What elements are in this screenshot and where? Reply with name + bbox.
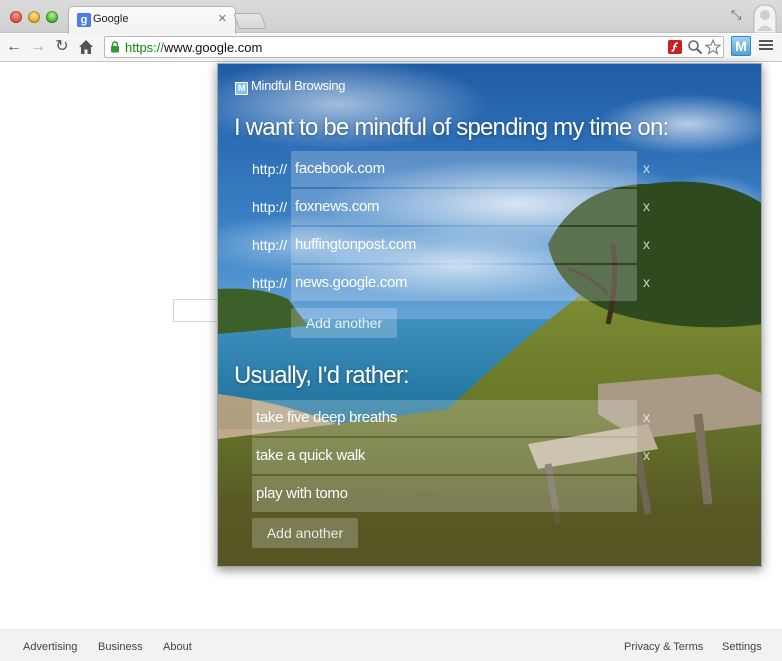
protocol-label: http:// xyxy=(252,275,288,291)
add-site-button[interactable]: Add another xyxy=(291,308,397,338)
url-host: www.google.com xyxy=(164,40,263,55)
address-bar[interactable]: https://www.google.com xyxy=(104,36,724,58)
tab-google[interactable]: g Google ✕ xyxy=(68,6,236,34)
protocol-label: http:// xyxy=(252,237,288,253)
brand-logo: M Mindful Browsing xyxy=(235,78,345,95)
search-icon[interactable] xyxy=(687,39,703,55)
back-arrow-icon[interactable]: ← xyxy=(4,37,24,57)
profile-avatar-icon[interactable] xyxy=(752,3,778,33)
tab-title: Google xyxy=(93,13,129,25)
forward-arrow-icon[interactable]: → xyxy=(28,37,48,57)
remove-site-icon[interactable]: x xyxy=(643,236,650,252)
google-footer: Advertising Business About Privacy & Ter… xyxy=(0,629,782,661)
site-input[interactable]: facebook.com xyxy=(291,151,637,187)
remove-site-icon[interactable]: x xyxy=(643,160,650,176)
footer-link-business[interactable]: Business xyxy=(98,641,143,653)
site-row: http:// news.google.com x xyxy=(218,265,761,301)
site-row: http:// huffingtonpost.com x xyxy=(218,227,761,263)
flash-blocked-icon[interactable] xyxy=(667,39,683,55)
url-scheme: https:// xyxy=(125,40,165,55)
alternatives-heading: Usually, I'd rather: xyxy=(234,362,410,389)
restore-window-icon[interactable]: ⤡ xyxy=(731,7,745,22)
close-window-button[interactable] xyxy=(10,11,22,23)
alternative-input[interactable]: take a quick walk xyxy=(252,438,637,474)
google-search-input[interactable] xyxy=(173,299,221,322)
mindful-logo-icon: M xyxy=(235,82,248,95)
zoom-window-button[interactable] xyxy=(46,11,58,23)
new-tab-button[interactable] xyxy=(233,13,267,29)
minimize-window-button[interactable] xyxy=(28,11,40,23)
lock-icon xyxy=(111,41,119,53)
site-input[interactable]: foxnews.com xyxy=(291,189,637,225)
remove-alternative-icon[interactable]: x xyxy=(643,409,650,425)
google-favicon-icon: g xyxy=(77,13,91,27)
menu-hamburger-icon[interactable] xyxy=(759,38,773,52)
reload-icon[interactable]: ↻ xyxy=(52,37,72,57)
site-row: http:// facebook.com x xyxy=(218,151,761,187)
brand-name: Mindful Browsing xyxy=(251,78,346,93)
star-bookmark-icon[interactable] xyxy=(705,39,721,55)
tab-strip: g Google ✕ ⤡ xyxy=(0,0,782,34)
alternative-input[interactable]: take five deep breaths xyxy=(252,400,637,436)
browser-toolbar: ← → ↻ https://www.google.com M xyxy=(0,34,782,62)
footer-link-about[interactable]: About xyxy=(163,641,192,653)
footer-link-advertising[interactable]: Advertising xyxy=(23,641,77,653)
alternative-row: take a quick walk x xyxy=(218,438,761,474)
footer-link-settings[interactable]: Settings xyxy=(722,641,762,653)
site-row: http:// foxnews.com x xyxy=(218,189,761,225)
protocol-label: http:// xyxy=(252,199,288,215)
alternative-input[interactable]: play with tomo xyxy=(252,476,637,512)
site-input[interactable]: news.google.com xyxy=(291,265,637,301)
site-input[interactable]: huffingtonpost.com xyxy=(291,227,637,263)
remove-site-icon[interactable]: x xyxy=(643,274,650,290)
alternative-row: play with tomo xyxy=(218,476,761,512)
mindful-browsing-popup: M Mindful Browsing I want to be mindful o… xyxy=(217,63,762,567)
alternative-row: take five deep breaths x xyxy=(218,400,761,436)
mindful-browsing-extension-icon[interactable]: M xyxy=(731,36,751,56)
url-text: https://www.google.com xyxy=(125,40,262,55)
add-alternative-button[interactable]: Add another xyxy=(252,518,358,548)
home-icon[interactable] xyxy=(78,39,94,55)
remove-alternative-icon[interactable]: x xyxy=(643,447,650,463)
footer-link-privacy-terms[interactable]: Privacy & Terms xyxy=(624,641,703,653)
tab-close-icon[interactable]: ✕ xyxy=(218,12,227,25)
sites-heading: I want to be mindful of spending my time… xyxy=(234,114,669,141)
protocol-label: http:// xyxy=(252,161,288,177)
remove-site-icon[interactable]: x xyxy=(643,198,650,214)
